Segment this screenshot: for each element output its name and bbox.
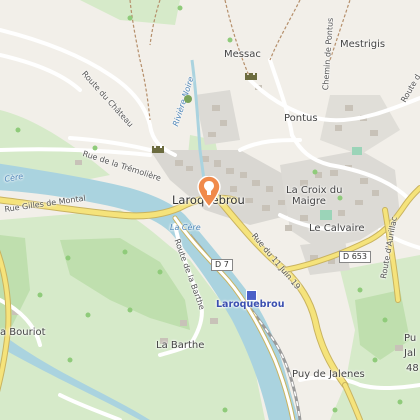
place-label-puy-de-jalenes: Puy de Jalenes xyxy=(292,369,365,380)
place-label-edge-pu: Pu xyxy=(404,333,417,344)
map-pin-icon[interactable] xyxy=(196,176,222,208)
place-label-mestrigis: Mestrigis xyxy=(340,39,386,50)
picnic-icon[interactable] xyxy=(182,94,194,104)
place-label-pontus: Pontus xyxy=(284,113,318,124)
place-label-la-croix-du-maigre-line1: La Croix du xyxy=(286,185,343,196)
castle-icon[interactable] xyxy=(245,70,257,80)
water-label-la-cere: La Cère xyxy=(170,223,201,232)
map-base-layer xyxy=(0,0,420,420)
place-label-le-calvaire: Le Calvaire xyxy=(309,223,365,234)
map-view[interactable]: Messac Mestrigis Pontus La Croix du Maig… xyxy=(0,0,420,420)
road-shield-d653: D 653 xyxy=(339,251,371,263)
castle-icon[interactable] xyxy=(152,143,164,153)
place-label-la-croix-du-maigre-line2: Maigre xyxy=(292,196,326,207)
road-shield-d7: D 7 xyxy=(211,259,233,271)
place-label-messac: Messac xyxy=(224,49,261,60)
place-label-la-barthe: La Barthe xyxy=(156,340,205,351)
place-label-la-bouriot: a Bouriot xyxy=(0,327,46,338)
place-label-edge-jal: Jal xyxy=(404,348,416,359)
station-label-laroquebrou: Laroquebrou xyxy=(216,299,285,310)
place-label-edge-48: 48 xyxy=(406,363,419,374)
